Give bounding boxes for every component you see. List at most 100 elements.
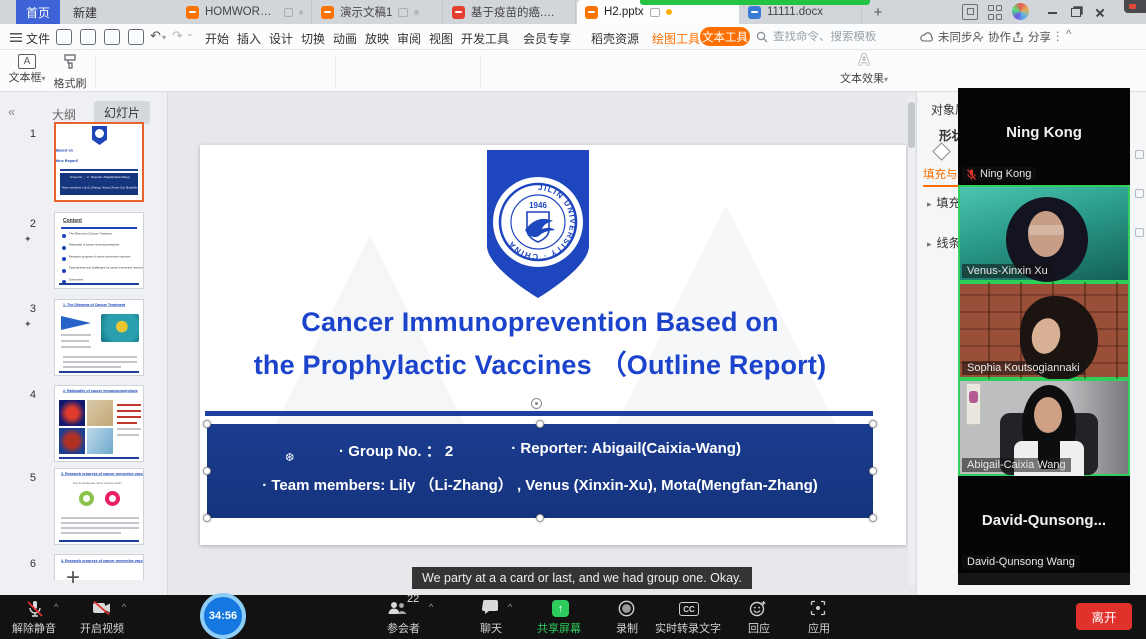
share-button[interactable]: 分享 — [1012, 29, 1051, 45]
toolbar-collapse-icon[interactable]: ⌄ — [186, 28, 194, 39]
menu-drawing-tool[interactable]: 绘图工具 — [652, 30, 700, 47]
slide-thumb-2[interactable]: Content The Dilemma of Cancer Treatment … — [54, 212, 144, 289]
video-tile-venus[interactable]: Venus-Xinxin Xu — [958, 185, 1130, 282]
menu-animation[interactable]: 动画 — [333, 30, 357, 47]
selection-handle[interactable] — [203, 420, 211, 428]
menu-docer[interactable]: 稻壳资源 — [591, 30, 639, 47]
selection-handle[interactable] — [869, 514, 877, 522]
print-preview-icon[interactable] — [128, 29, 144, 45]
participants-caret[interactable]: ^ — [429, 602, 433, 612]
mic-options-caret[interactable]: ^ — [54, 602, 58, 612]
doc-tab-pdf[interactable]: 基于疫苗的癌...1).pdf — [444, 0, 576, 24]
export-icon[interactable] — [80, 29, 96, 45]
participant-video — [1034, 397, 1062, 433]
menu-design[interactable]: 设计 — [269, 30, 293, 47]
new-tab-button[interactable]: + — [868, 2, 888, 22]
selection-handle[interactable] — [869, 420, 877, 428]
print-icon[interactable] — [104, 29, 120, 45]
search-input[interactable] — [773, 31, 913, 43]
workspace-grid-icon[interactable] — [988, 4, 1004, 20]
comment-bubble-icon[interactable] — [284, 8, 293, 17]
selection-handle[interactable] — [869, 467, 877, 475]
side-tool-icon[interactable] — [1135, 189, 1144, 198]
restore-button[interactable] — [1068, 4, 1084, 20]
canvas-scrollbar[interactable] — [908, 96, 915, 586]
slide-number-6: 6 — [16, 558, 36, 570]
doc-tab-homwork[interactable]: HOMWORK.pptx — [178, 0, 312, 24]
menu-start[interactable]: 开始 — [205, 30, 229, 47]
menu-text-tool-active[interactable]: 文本工具 — [700, 27, 750, 46]
slide-editing-area[interactable]: JILIN UNIVERSITY · CHINA 1946 Cancer Imm… — [200, 145, 906, 545]
side-tool-icon[interactable] — [1135, 228, 1144, 237]
selection-handle[interactable] — [536, 420, 544, 428]
stop-share-fragment[interactable] — [1124, 0, 1146, 13]
doc-tab-yanshi[interactable]: 演示文稿1 — [313, 0, 443, 24]
scrollbar-thumb[interactable] — [908, 102, 915, 148]
side-tool-icon[interactable] — [1135, 150, 1144, 159]
minimize-button[interactable] — [1044, 4, 1060, 20]
selection-handle[interactable] — [536, 514, 544, 522]
menu-slideshow[interactable]: 放映 — [365, 30, 389, 47]
selection-handle[interactable] — [203, 514, 211, 522]
slide-thumb-3[interactable]: 1. The Dilemma of Cancer Treatment — [54, 299, 144, 376]
slide-thumb-5[interactable]: 3. Research progress of cancer preventiv… — [54, 468, 144, 545]
collapse-ribbon-icon[interactable]: ^ — [1066, 29, 1071, 41]
divider-line[interactable] — [205, 411, 873, 416]
menu-transition[interactable]: 切换 — [301, 30, 325, 47]
tab-home[interactable]: 首页 — [16, 0, 60, 24]
video-tile-david[interactable]: David-Qunsong... David-Qunsong Wang — [958, 476, 1130, 573]
tab-new[interactable]: 新建 — [60, 0, 110, 24]
collab-person-icon — [972, 31, 984, 43]
tab-outline[interactable]: 大纲 — [52, 106, 76, 123]
jilin-university-badge[interactable]: JILIN UNIVERSITY · CHINA 1946 — [475, 149, 601, 301]
participant-label: Ning Kong — [962, 167, 1036, 181]
comment-bubble-icon[interactable] — [398, 8, 408, 17]
camera-options-caret[interactable]: ^ — [122, 602, 126, 612]
chat-caret[interactable]: ^ — [508, 602, 512, 612]
line-section-toggle[interactable]: ▸线条 — [927, 234, 961, 251]
text-effect-button[interactable]: A 文本效果▾ — [836, 52, 892, 86]
user-avatar[interactable] — [1012, 3, 1029, 20]
menu-insert[interactable]: 插入 — [237, 30, 261, 47]
add-slide-button[interactable]: + — [66, 564, 80, 592]
rotate-handle[interactable] — [531, 398, 542, 409]
meeting-timer[interactable]: 34:56 — [200, 593, 246, 639]
slide-thumb-1-selected[interactable]: Cancer Immunoprevention Based on the Pro… — [54, 122, 144, 202]
undo-dropdown-icon[interactable]: ▾ — [162, 33, 166, 42]
panel-collapse-icon[interactable]: « — [8, 104, 15, 119]
fill-section-toggle[interactable]: ▸填充 — [927, 194, 961, 211]
svg-text:1946: 1946 — [529, 201, 547, 210]
save-icon[interactable] — [56, 29, 72, 45]
text-box-button[interactable]: A 文本框▾ — [8, 54, 46, 85]
slide-thumb-4[interactable]: 2. Rationality of cancer immunoprophylax… — [54, 385, 144, 462]
selection-handle[interactable] — [203, 467, 211, 475]
slide-canvas[interactable]: JILIN UNIVERSITY · CHINA 1946 Cancer Imm… — [168, 92, 916, 595]
undo-icon[interactable]: ↶ — [150, 28, 161, 44]
tab-slides-active[interactable]: 幻灯片 — [94, 101, 150, 124]
mini-band: · Group No. ： 2 · Reporter: Abigail(Caix… — [60, 173, 138, 195]
slide-title[interactable]: Cancer Immunoprevention Based on the Pro… — [210, 301, 870, 387]
video-tile-abigail[interactable]: Abigail-Caixia Wang — [958, 379, 1130, 476]
menu-file[interactable]: 文件 — [26, 30, 50, 47]
redo-icon[interactable]: ↷ — [172, 28, 183, 44]
menu-view[interactable]: 视图 — [429, 30, 453, 47]
read-mode-icon[interactable] — [962, 4, 978, 20]
mini-image — [101, 314, 139, 342]
info-band-textbox[interactable]: · Group No. ： 2 · Reporter: Abigail(Caix… — [207, 424, 873, 518]
comment-bubble-icon[interactable] — [650, 8, 660, 17]
menu-review[interactable]: 审阅 — [397, 30, 421, 47]
video-tile-ning-kong[interactable]: Ning Kong Ning Kong — [958, 88, 1130, 185]
more-menu-icon[interactable]: ⋮ — [1052, 29, 1064, 43]
close-button[interactable] — [1092, 4, 1108, 20]
hamburger-icon[interactable] — [10, 33, 22, 42]
leave-meeting-button[interactable]: 离开 — [1076, 603, 1132, 630]
collab-button[interactable]: 协作 — [972, 29, 1011, 45]
sync-status[interactable]: 未同步 — [920, 29, 973, 45]
command-search[interactable] — [756, 28, 916, 46]
slide-number-2: 2 — [16, 218, 36, 230]
menu-member[interactable]: 会员专享 — [523, 30, 571, 47]
ppt-file-icon — [585, 6, 598, 19]
video-tile-sophia[interactable]: Sophia Koutsogiannaki — [958, 282, 1130, 379]
format-painter-button[interactable]: 格式刷 — [50, 54, 90, 91]
menu-devtools[interactable]: 开发工具 — [461, 30, 509, 47]
